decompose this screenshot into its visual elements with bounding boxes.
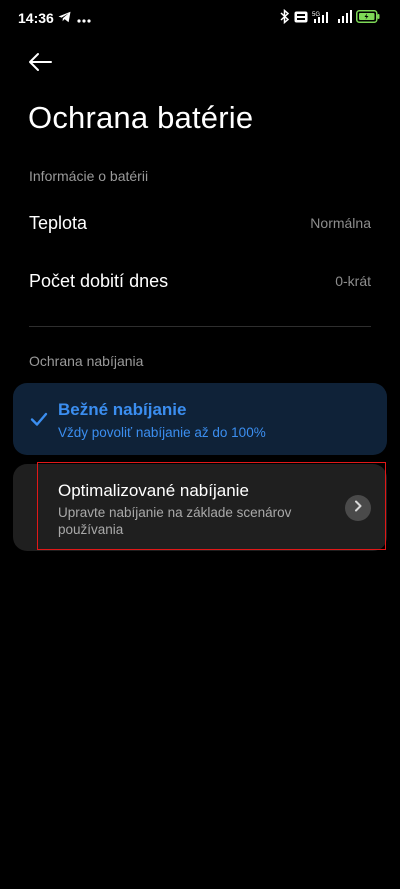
option-normal-charging[interactable]: Bežné nabíjanie Vždy povoliť nabíjanie a… [13,383,387,455]
option-subtitle: Upravte nabíjanie na základe scenárov po… [58,505,292,537]
bluetooth-icon [280,8,290,29]
telegram-icon [58,10,71,28]
page-title: Ochrana batérie [28,100,254,135]
temperature-value: Normálna [310,215,371,231]
status-time: 14:36 [18,10,54,26]
status-left-icons [58,10,91,28]
charge-count-label: Počet dobití dnes [29,271,169,291]
battery-protection-screen: 14:36 5G Ochrana batérie Informácie o ba… [0,0,400,889]
5g-signal-icon: 5G [312,10,334,29]
status-right-icons: 5G [280,8,380,29]
chevron-right-button[interactable] [345,495,371,521]
vowifi-icon [294,10,308,28]
option-title: Bežné nabíjanie [58,400,187,419]
option-subtitle: Vždy povoliť nabíjanie až do 100% [58,425,266,440]
battery-charging-icon [356,10,380,28]
temperature-label: Teplota [29,213,88,233]
divider [29,326,371,327]
option-title: Optimalizované nabíjanie [58,481,249,500]
info-row-charge-count: Počet dobití dnes 0-krát [0,257,400,307]
more-dots-icon [77,10,91,28]
arrow-left-icon [27,52,53,77]
back-button[interactable] [22,46,58,82]
signal-icon [338,10,352,28]
status-bar: 14:36 5G [0,0,400,36]
chevron-right-icon [353,499,363,517]
charge-count-value: 0-krát [335,273,371,289]
section-label-charging-protection: Ochrana nabíjania [29,353,144,369]
check-icon [30,410,48,428]
option-optimized-charging[interactable]: Optimalizované nabíjanie Upravte nabíjan… [13,464,387,551]
info-row-temperature: Teplota Normálna [0,199,400,249]
section-label-battery-info: Informácie o batérii [29,168,149,184]
